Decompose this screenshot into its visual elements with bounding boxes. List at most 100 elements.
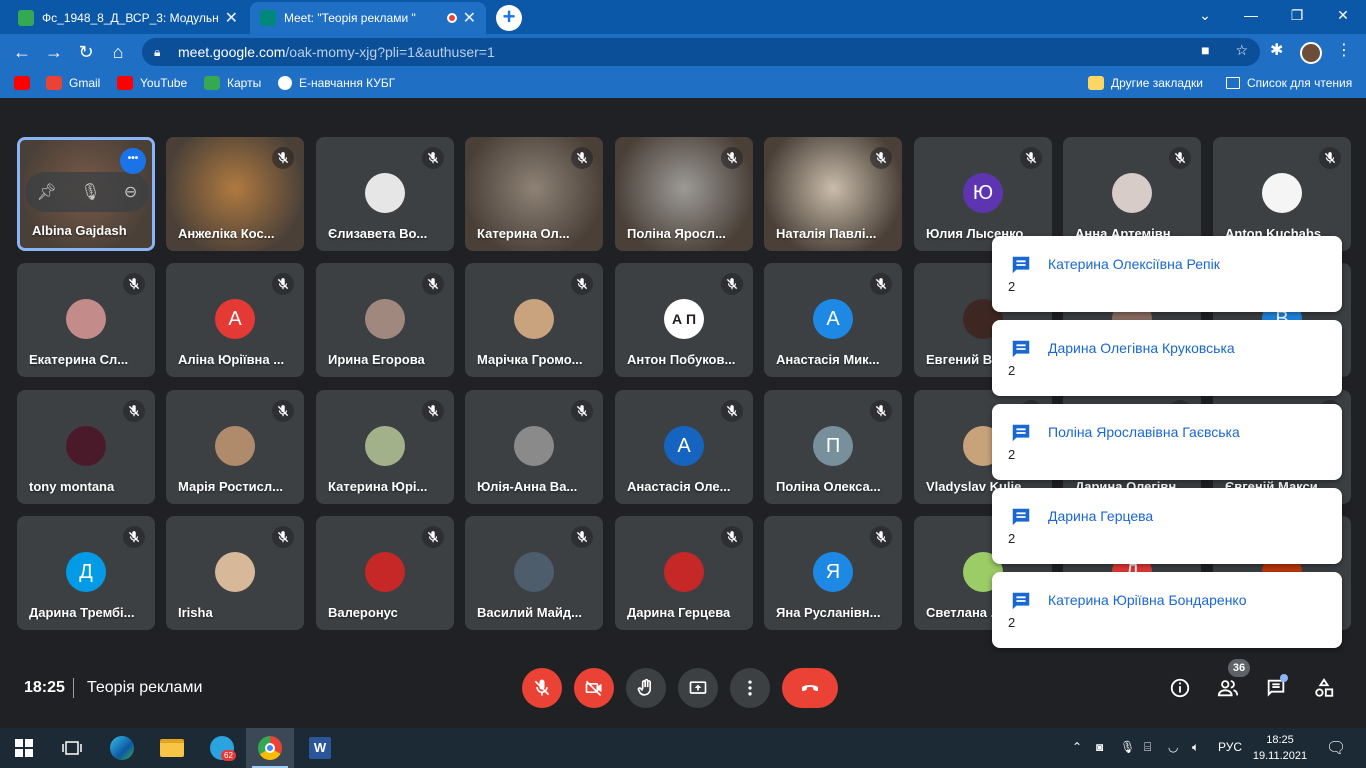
- muted-mic-icon: [870, 147, 892, 169]
- reading-list[interactable]: Список для чтения: [1226, 76, 1352, 90]
- edge-icon[interactable]: [98, 728, 146, 768]
- remove-icon[interactable]: ⊖: [124, 182, 137, 202]
- close-window-icon[interactable]: ✕: [1320, 0, 1366, 30]
- url-host: meet.google.com: [178, 44, 286, 60]
- minimize-icon[interactable]: —: [1228, 0, 1274, 30]
- bookmark-maps[interactable]: Карты: [204, 76, 261, 90]
- chat-notification[interactable]: Дарина Олегівна Круковська 2: [992, 320, 1342, 396]
- bookmark-youtube[interactable]: YouTube: [117, 76, 187, 90]
- participant-tile[interactable]: Марічка Громо...: [465, 263, 603, 377]
- chat-notification[interactable]: Катерина Юріївна Бондаренко 2: [992, 572, 1342, 648]
- chrome-icon[interactable]: [246, 728, 294, 768]
- participant-tile[interactable]: П Поліна Олекса...: [764, 390, 902, 504]
- chat-notification[interactable]: Катерина Олексіївна Репік 2: [992, 236, 1342, 312]
- participant-tile[interactable]: Irisha: [166, 516, 304, 630]
- participant-avatar: А П: [664, 299, 704, 339]
- extensions-icon[interactable]: ✱: [1270, 40, 1283, 60]
- participant-tile[interactable]: А Анастасія Оле...: [615, 390, 753, 504]
- participant-tile[interactable]: А Аліна Юріївна ...: [166, 263, 304, 377]
- other-bookmarks[interactable]: Другие закладки: [1088, 76, 1203, 90]
- participant-tile[interactable]: Дарина Герцева: [615, 516, 753, 630]
- notifications-icon[interactable]: 🗨︎: [1326, 738, 1346, 758]
- reload-icon[interactable]: ↻: [74, 40, 98, 64]
- participant-tile[interactable]: 📌︎ 🎙︎ ⊖ ••• Albina Gajdash: [17, 137, 155, 251]
- participant-tile[interactable]: tony montana: [17, 390, 155, 504]
- word-icon[interactable]: W: [296, 728, 344, 768]
- file-explorer-icon[interactable]: [148, 728, 196, 768]
- participant-tile[interactable]: Д Дарина Трембі...: [17, 516, 155, 630]
- participant-tile[interactable]: Екатерина Сл...: [17, 263, 155, 377]
- raise-hand-button[interactable]: [626, 668, 666, 708]
- volume-icon[interactable]: 🔈︎: [1192, 740, 1199, 755]
- participant-tile[interactable]: Поліна Яросл...: [615, 137, 753, 251]
- notification-count: 2: [1008, 531, 1016, 546]
- participant-tile[interactable]: Валеронус: [316, 516, 454, 630]
- participant-tile[interactable]: Анжеліка Кос...: [166, 137, 304, 251]
- camera-off-button[interactable]: [574, 668, 614, 708]
- camera-icon[interactable]: ■: [1201, 42, 1209, 58]
- meeting-details-icon[interactable]: [1168, 676, 1192, 700]
- participant-avatar: [514, 426, 554, 466]
- microphone-tray-icon[interactable]: 🎙︎: [1120, 740, 1135, 754]
- chat-notification[interactable]: Поліна Ярославівна Гаєвська 2: [992, 404, 1342, 480]
- taskbar-clock[interactable]: 18:25 19.11.2021: [1252, 732, 1308, 764]
- url-path: /oak-momy-xjg?pli=1&authuser=1: [285, 44, 495, 60]
- tab-moodle[interactable]: Фс_1948_8_Д_ВСР_3: Модульна ✕: [8, 2, 248, 34]
- muted-mic-icon: [272, 526, 294, 548]
- restore-icon[interactable]: ❐: [1274, 0, 1320, 30]
- participant-tile[interactable]: Марія Ростисл...: [166, 390, 304, 504]
- participant-tile[interactable]: Василий Майд...: [465, 516, 603, 630]
- network-icon[interactable]: ⌸: [1144, 740, 1151, 755]
- participant-tile[interactable]: Ирина Егорова: [316, 263, 454, 377]
- address-bar[interactable]: 🔒︎ meet.google.com/oak-momy-xjg?pli=1&au…: [142, 38, 1260, 66]
- bookmark-label: Карты: [227, 76, 262, 90]
- home-icon[interactable]: ⌂: [106, 40, 130, 64]
- mic-icon[interactable]: 🎙︎: [80, 182, 100, 202]
- participant-tile[interactable]: А Анастасія Мик...: [764, 263, 902, 377]
- wifi-icon[interactable]: ◡: [1168, 740, 1178, 754]
- start-button[interactable]: [0, 728, 48, 768]
- chat-notification[interactable]: Дарина Герцева 2: [992, 488, 1342, 564]
- people-icon[interactable]: [1216, 676, 1240, 700]
- participant-name: Аліна Юріївна ...: [178, 352, 285, 367]
- participant-tile[interactable]: Наталія Павлі...: [764, 137, 902, 251]
- profile-avatar[interactable]: [1300, 42, 1322, 64]
- bookmark-star-icon[interactable]: ☆: [1235, 42, 1248, 58]
- participant-tile[interactable]: Єлизавета Во...: [316, 137, 454, 251]
- forward-icon[interactable]: →: [42, 40, 66, 64]
- meet-tray-icon[interactable]: ◙: [1096, 740, 1103, 754]
- participant-tile[interactable]: А П Антон Побуков...: [615, 263, 753, 377]
- present-screen-button[interactable]: [678, 668, 718, 708]
- microphone-off-button[interactable]: [522, 668, 562, 708]
- tab-search-icon[interactable]: ⌄: [1182, 0, 1228, 30]
- menu-icon[interactable]: ⋮: [1336, 40, 1352, 60]
- pin-icon[interactable]: 📌︎: [37, 182, 57, 202]
- lock-icon[interactable]: 🔒︎: [154, 45, 168, 60]
- close-tab-icon[interactable]: ✕: [463, 8, 476, 28]
- participant-tile[interactable]: Катерина Юрі...: [316, 390, 454, 504]
- tab-meet[interactable]: Meet: "Теорія реклами " ✕: [250, 2, 486, 34]
- leave-call-button[interactable]: [782, 668, 838, 708]
- participant-name: Ирина Егорова: [328, 352, 425, 367]
- telegram-icon[interactable]: 62: [198, 728, 246, 768]
- new-tab-button[interactable]: +: [496, 5, 522, 31]
- back-icon[interactable]: ←: [10, 40, 34, 64]
- language-indicator[interactable]: РУС: [1218, 740, 1242, 754]
- bookmark-kubg[interactable]: Е-навчання КУБГ: [278, 76, 395, 90]
- close-tab-icon[interactable]: ✕: [225, 8, 238, 28]
- participant-name: tony montana: [29, 479, 115, 494]
- participant-tile[interactable]: Анна Артемівн...: [1063, 137, 1201, 251]
- show-hidden-icons-icon[interactable]: ⌃: [1072, 740, 1082, 754]
- participant-tile[interactable]: Я Яна Русланівн...: [764, 516, 902, 630]
- tile-more-options-icon[interactable]: •••: [120, 148, 146, 174]
- more-options-button[interactable]: [730, 668, 770, 708]
- bookmark-youtube-icon[interactable]: [14, 76, 37, 90]
- activities-icon[interactable]: [1312, 676, 1336, 700]
- bookmark-gmail[interactable]: Gmail: [46, 76, 100, 90]
- participant-tile[interactable]: Ю Юлия Лысенко: [914, 137, 1052, 251]
- participant-tile[interactable]: Anton Kuchabs...: [1213, 137, 1351, 251]
- participant-tile[interactable]: Катерина Ол...: [465, 137, 603, 251]
- task-view-icon[interactable]: [48, 728, 96, 768]
- participant-name: Валеронус: [328, 605, 398, 620]
- participant-tile[interactable]: Юлія-Анна Ва...: [465, 390, 603, 504]
